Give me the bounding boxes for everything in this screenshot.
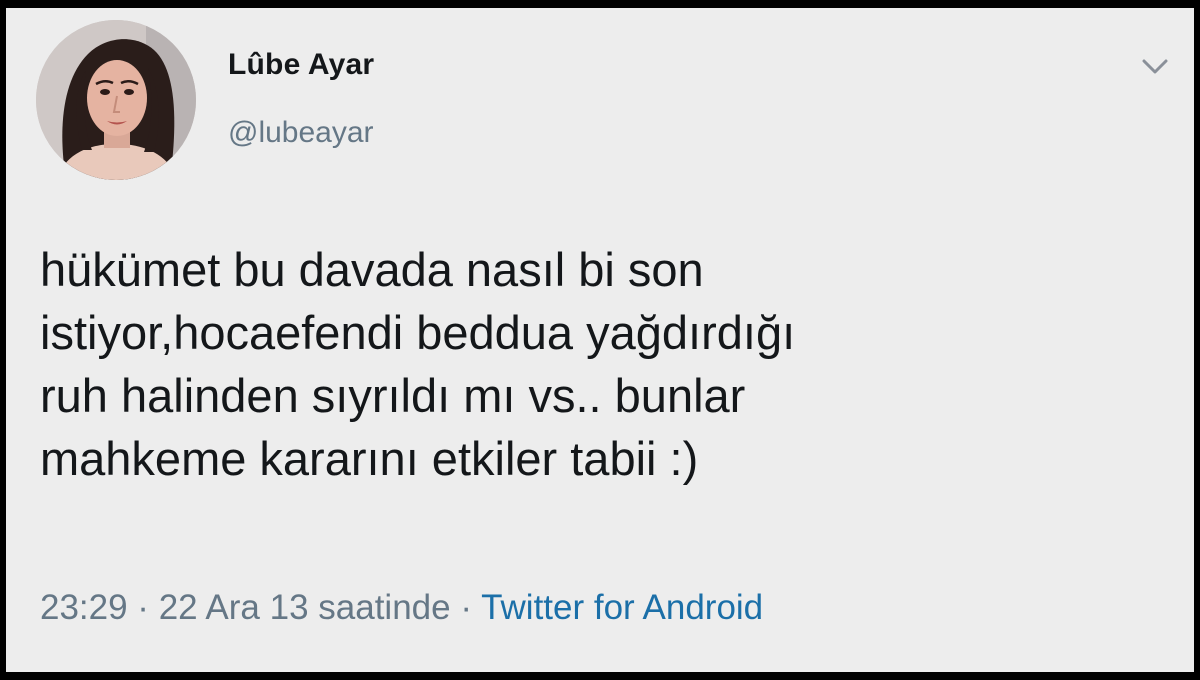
tweet-meta: 23:29 · 22 Ara 13 saatinde · Twitter for… xyxy=(40,588,763,628)
chevron-down-icon xyxy=(1142,59,1168,74)
timestamp[interactable]: 23:29 · 22 Ara 13 saatinde xyxy=(40,588,451,627)
tweet-text-line: ruh halinden sıyrıldı mı vs.. bunlar xyxy=(40,369,746,422)
display-name[interactable]: Lûbe Ayar xyxy=(228,48,374,82)
tweet-text-line: mahkeme kararını etkiler tabii :) xyxy=(40,432,699,485)
tweet-text: hükümet bu davada nasıl bi son istiyor,h… xyxy=(40,238,1170,490)
user-handle[interactable]: @lubeayar xyxy=(228,116,374,150)
tweet-text-line: hükümet bu davada nasıl bi son xyxy=(40,243,704,296)
tweet-card: Lûbe Ayar @lubeayar hükümet bu davada na… xyxy=(6,8,1194,672)
profile-photo xyxy=(36,20,196,180)
meta-separator: · xyxy=(460,588,472,627)
tweet-text-line: istiyor,hocaefendi beddua yağdırdığı xyxy=(40,306,796,359)
tweet-menu-button[interactable] xyxy=(1136,54,1174,80)
avatar[interactable] xyxy=(36,20,196,180)
source-link[interactable]: Twitter for Android xyxy=(481,588,763,627)
